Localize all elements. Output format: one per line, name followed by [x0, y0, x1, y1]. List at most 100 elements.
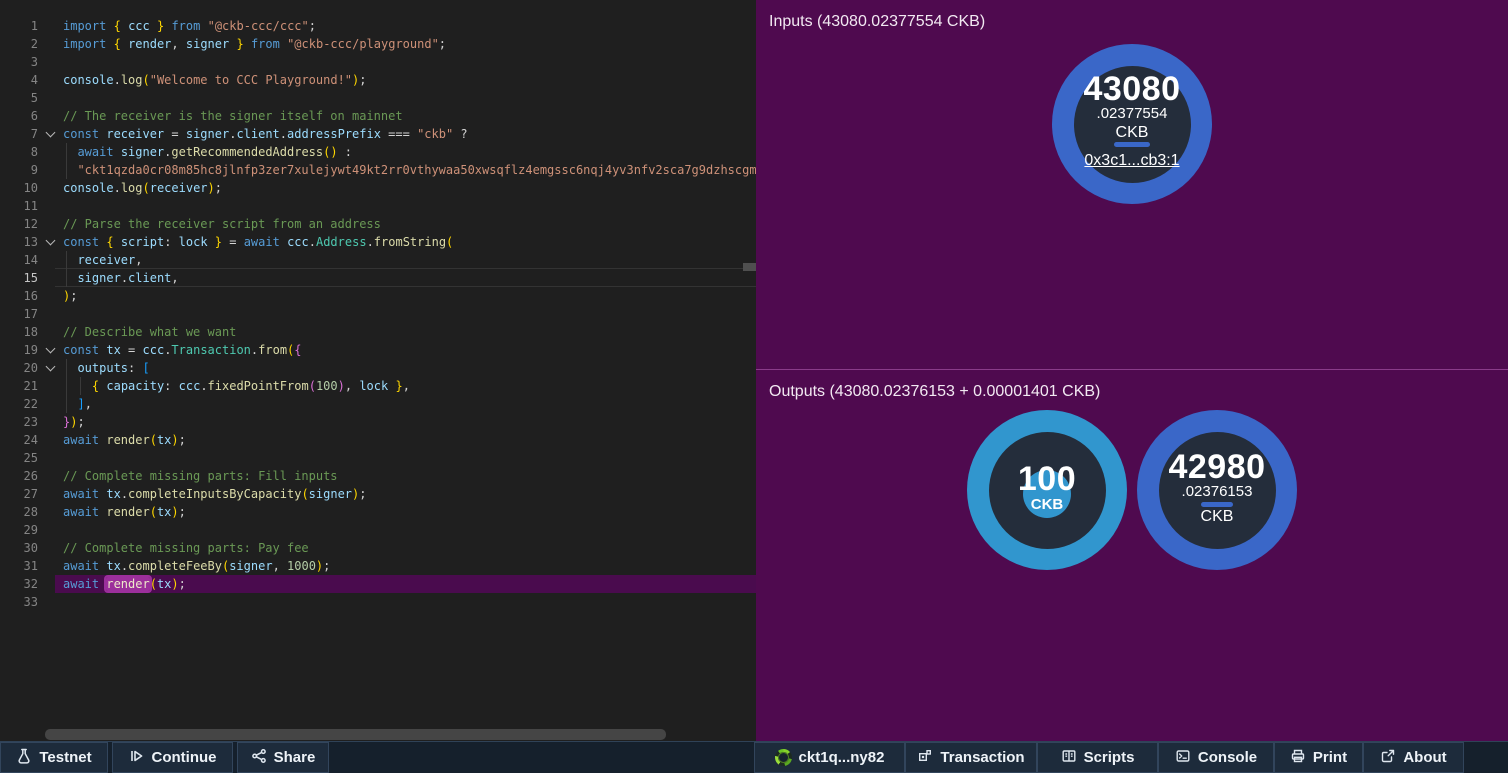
occupied-capacity-indicator — [1114, 142, 1150, 147]
code-line[interactable]: 13const { script: lock } = await ccc.Add… — [0, 233, 756, 251]
line-number: 30 — [0, 539, 38, 557]
line-number: 4 — [0, 71, 38, 89]
code-line[interactable]: 17 — [0, 305, 756, 323]
code-text: console.log("Welcome to CCC Playground!"… — [63, 71, 756, 89]
fold-gutter — [38, 377, 63, 395]
share-button[interactable]: Share — [237, 742, 329, 773]
code-text: await render(tx); — [63, 431, 756, 449]
code-line[interactable]: 11 — [0, 197, 756, 215]
fold-chevron-icon[interactable] — [38, 233, 63, 251]
continue-button[interactable]: Continue — [112, 742, 233, 773]
code-line[interactable]: 29 — [0, 521, 756, 539]
editor-horizontal-scrollbar[interactable] — [45, 729, 666, 740]
fold-gutter — [38, 323, 63, 341]
code-line[interactable]: 32await render(tx); — [0, 575, 756, 593]
console-button[interactable]: Console — [1158, 742, 1274, 773]
console-button-label: Console — [1198, 749, 1257, 766]
inputs-title: Inputs (43080.02377554 CKB) — [756, 0, 1508, 31]
code-line[interactable]: 12// Parse the receiver script from an a… — [0, 215, 756, 233]
print-button-label: Print — [1313, 749, 1347, 766]
code-text — [63, 89, 756, 107]
code-text: await render(tx); — [63, 503, 756, 521]
fold-gutter — [38, 17, 63, 35]
code-line[interactable]: 15 signer.client, — [0, 269, 756, 287]
about-button[interactable]: About — [1363, 742, 1464, 773]
output-cell[interactable]: 42980 .02376153 CKB — [1137, 410, 1297, 570]
code-text: // Describe what we want — [63, 323, 756, 341]
line-number: 1 — [0, 17, 38, 35]
outpoint-link[interactable]: 0x3c1...cb3:1 — [1083, 151, 1180, 171]
code-line[interactable]: 30 // Complete missing parts: Pay fee — [0, 539, 756, 557]
line-number: 23 — [0, 413, 38, 431]
code-line[interactable]: 33 — [0, 593, 756, 611]
fold-gutter — [38, 269, 63, 287]
indent-guide — [80, 377, 81, 395]
fold-gutter — [38, 521, 63, 539]
line-number: 21 — [0, 377, 38, 395]
console-icon — [1175, 748, 1191, 768]
code-line[interactable]: 16); — [0, 287, 756, 305]
code-line[interactable]: 26// Complete missing parts: Fill inputs — [0, 467, 756, 485]
code-text: // Complete missing parts: Pay fee — [63, 539, 756, 557]
code-text: // Complete missing parts: Fill inputs — [63, 467, 756, 485]
code-line[interactable]: 1import { ccc } from "@ckb-ccc/ccc"; — [0, 17, 756, 35]
code-line[interactable]: 3 — [0, 53, 756, 71]
code-text — [63, 521, 756, 539]
code-line[interactable]: 19const tx = ccc.Transaction.from({ — [0, 341, 756, 359]
cell-unit: CKB — [1168, 507, 1265, 526]
code-line[interactable]: 28await render(tx); — [0, 503, 756, 521]
fold-gutter — [38, 161, 63, 179]
code-line[interactable]: 23}); — [0, 413, 756, 431]
wallet-address-button[interactable]: ckt1q...ny82 — [754, 742, 905, 773]
fold-gutter — [38, 35, 63, 53]
code-line[interactable]: 7const receiver = signer.client.addressP… — [0, 125, 756, 143]
code-line[interactable]: 10console.log(receiver); — [0, 179, 756, 197]
indent-guide — [66, 251, 67, 287]
fold-gutter — [38, 53, 63, 71]
code-line[interactable]: 9 "ckt1qzda0cr08m85hc8jlnfp3zer7xulejywt… — [0, 161, 756, 179]
code-line[interactable]: 31await tx.completeFeeBy(signer, 1000); — [0, 557, 756, 575]
code-line[interactable]: 4 console.log("Welcome to CCC Playground!… — [0, 71, 756, 89]
fold-chevron-icon[interactable] — [38, 359, 63, 377]
code-line[interactable]: 25 — [0, 449, 756, 467]
fold-gutter — [38, 413, 63, 431]
code-text: import { render, signer } from "@ckb-ccc… — [63, 35, 756, 53]
outputs-cells-row: 100 CKB 42980 .02376153 CKB — [756, 410, 1508, 570]
line-number: 14 — [0, 251, 38, 269]
about-button-label: About — [1403, 749, 1446, 766]
code-line[interactable]: 24await render(tx); — [0, 431, 756, 449]
scripts-button[interactable]: Scripts — [1037, 742, 1158, 773]
line-number: 16 — [0, 287, 38, 305]
code-editor[interactable]: 1import { ccc } from "@ckb-ccc/ccc";2imp… — [0, 0, 756, 741]
fold-chevron-icon[interactable] — [38, 341, 63, 359]
testnet-button-label: Testnet — [39, 749, 91, 766]
input-cell[interactable]: 43080 .02377554 CKB 0x3c1...cb3:1 — [1052, 44, 1212, 204]
editor-vertical-scrollbar[interactable] — [743, 263, 756, 271]
outputs-title: Outputs (43080.02376153 + 0.00001401 CKB… — [756, 370, 1508, 401]
printer-icon — [1290, 748, 1306, 768]
code-lines[interactable]: 1import { ccc } from "@ckb-ccc/ccc";2imp… — [0, 0, 756, 611]
code-text: const { script: lock } = await ccc.Addre… — [63, 233, 756, 251]
code-line[interactable]: 20 outputs: [ — [0, 359, 756, 377]
print-button[interactable]: Print — [1274, 742, 1363, 773]
code-line[interactable]: 27await tx.completeInputsByCapacity(sign… — [0, 485, 756, 503]
line-number: 5 — [0, 89, 38, 107]
fold-gutter — [38, 89, 63, 107]
code-line[interactable]: 21 { capacity: ccc.fixedPointFrom(100), … — [0, 377, 756, 395]
code-line[interactable]: 8 await signer.getRecommendedAddress() : — [0, 143, 756, 161]
fold-chevron-icon[interactable] — [38, 125, 63, 143]
share-button-label: Share — [274, 749, 316, 766]
code-line[interactable]: 5 — [0, 89, 756, 107]
testnet-button[interactable]: Testnet — [0, 742, 108, 773]
line-number: 27 — [0, 485, 38, 503]
transaction-button[interactable]: Transaction — [905, 742, 1037, 773]
line-number: 12 — [0, 215, 38, 233]
code-line[interactable]: 14 receiver, — [0, 251, 756, 269]
code-line[interactable]: 2import { render, signer } from "@ckb-cc… — [0, 35, 756, 53]
line-number: 32 — [0, 575, 38, 593]
fold-gutter — [38, 395, 63, 413]
code-line[interactable]: 6// The receiver is the signer itself on… — [0, 107, 756, 125]
code-line[interactable]: 22 ], — [0, 395, 756, 413]
output-cell[interactable]: 100 CKB — [967, 410, 1127, 570]
code-line[interactable]: 18// Describe what we want — [0, 323, 756, 341]
